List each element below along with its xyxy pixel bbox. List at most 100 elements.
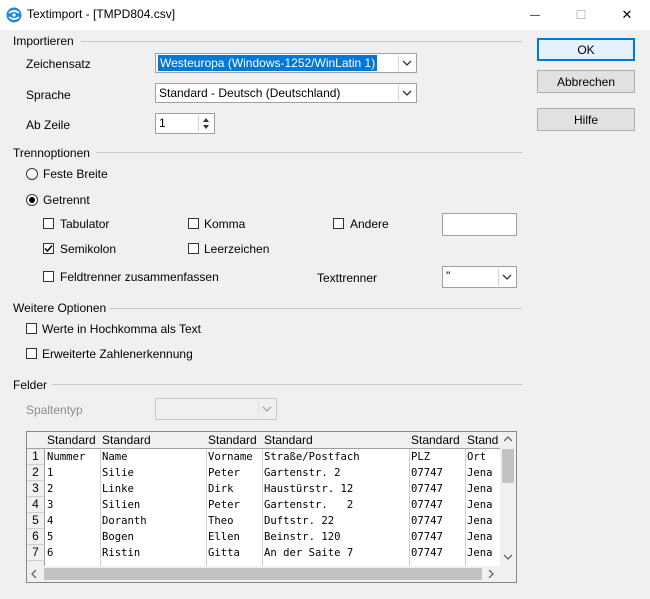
scroll-down-icon[interactable] [504, 554, 512, 560]
table-cell: Ellen [208, 531, 240, 543]
space-checkbox[interactable] [188, 243, 199, 254]
table-cell: Jena [467, 499, 493, 511]
table-cell: Beinstr. 120 [264, 531, 341, 543]
table-cell: Ort [467, 451, 487, 463]
charset-select[interactable]: Westeuropa (Windows-1252/WinLatin 1) [155, 53, 417, 73]
vertical-scrollbar[interactable] [500, 432, 516, 566]
table-cell: Doranth [102, 515, 147, 527]
column-header[interactable]: Standard [262, 432, 410, 449]
other-separator-input[interactable] [442, 213, 517, 236]
comma-label: Komma [204, 217, 246, 231]
app-logo-icon [6, 7, 22, 23]
table-cell: Dirk [208, 483, 234, 495]
table-cell: 07747 [411, 483, 443, 495]
minimize-icon: — [530, 9, 540, 21]
section-divider [52, 384, 522, 385]
table-cell: Name [102, 451, 128, 463]
row-number: 7 [27, 545, 45, 561]
scroll-left-icon[interactable] [31, 570, 37, 578]
horizontal-scrollbar[interactable] [27, 566, 500, 582]
checkmark-icon [44, 245, 53, 253]
radio-selected-dot [29, 197, 35, 203]
merge-delimiters-label: Feldtrenner zusammenfassen [60, 270, 219, 284]
column-header[interactable]: Standard [409, 432, 466, 449]
scrollbar-thumb[interactable] [44, 568, 482, 580]
table-cell: 07747 [411, 515, 443, 527]
row-number: 3 [27, 481, 45, 497]
section-divider [96, 152, 522, 153]
maximize-button[interactable]: ☐ [558, 0, 604, 30]
charset-value: Westeuropa (Windows-1252/WinLatin 1) [158, 55, 378, 71]
maximize-icon: ☐ [575, 8, 587, 22]
comma-checkbox[interactable] [188, 218, 199, 229]
row-number: 6 [27, 529, 45, 545]
section-separator: Trennoptionen [13, 146, 90, 160]
text-delimiter-select[interactable]: " [442, 266, 517, 288]
language-select[interactable]: Standard - Deutsch (Deutschland) [155, 83, 417, 103]
column-divider [100, 449, 101, 569]
scrollbar-thumb[interactable] [502, 449, 514, 483]
column-header[interactable]: Stand [465, 432, 501, 449]
grid-corner [27, 432, 46, 449]
semicolon-checkbox[interactable] [43, 243, 54, 254]
separated-label: Getrennt [43, 193, 90, 207]
quoted-as-text-checkbox[interactable] [26, 323, 37, 334]
table-cell: Theo [208, 515, 234, 527]
separated-radio[interactable] [26, 194, 38, 206]
table-cell: Silie [102, 467, 134, 479]
column-header[interactable]: Standard [206, 432, 263, 449]
chevron-down-icon [498, 268, 515, 286]
column-type-select[interactable] [155, 398, 277, 420]
detect-numbers-checkbox[interactable] [26, 348, 37, 359]
ok-label: OK [577, 42, 595, 57]
table-cell: Jena [467, 515, 493, 527]
table-cell: 3 [47, 499, 54, 511]
from-row-value: 1 [159, 116, 166, 130]
table-cell: Straße/Postfach [264, 451, 360, 463]
spinner-arrows[interactable] [198, 115, 213, 132]
other-label: Andere [350, 217, 389, 231]
space-label: Leerzeichen [204, 242, 270, 256]
column-header[interactable]: Standard [100, 432, 207, 449]
table-cell: Bogen [102, 531, 134, 543]
table-cell: Peter [208, 467, 240, 479]
help-button[interactable]: Hilfe [537, 108, 635, 131]
cancel-button[interactable]: Abbrechen [537, 70, 635, 93]
table-cell: Jena [467, 483, 493, 495]
column-header[interactable]: Standard [45, 432, 101, 449]
column-divider [262, 449, 263, 569]
other-checkbox[interactable] [333, 218, 344, 229]
row-number: 4 [27, 497, 45, 513]
scroll-right-icon[interactable] [488, 570, 494, 578]
scroll-up-icon[interactable] [504, 436, 512, 442]
column-divider [409, 449, 410, 569]
chevron-down-icon [258, 400, 275, 418]
minimize-button[interactable]: — [512, 0, 558, 30]
language-label: Sprache [26, 88, 71, 102]
detect-numbers-label: Erweiterte Zahlenerkennung [42, 347, 193, 361]
table-cell: 6 [47, 547, 54, 559]
text-delimiter-value: " [446, 269, 451, 283]
scrollbar-corner [500, 566, 516, 582]
table-cell: 07747 [411, 467, 443, 479]
table-cell: 07747 [411, 547, 443, 559]
quoted-as-text-label: Werte in Hochkomma als Text [42, 322, 201, 336]
help-label: Hilfe [573, 112, 598, 127]
section-import: Importieren [13, 34, 74, 48]
tab-label: Tabulator [60, 217, 110, 231]
table-cell: 07747 [411, 499, 443, 511]
close-button[interactable]: ✕ [604, 0, 650, 30]
table-cell: Gartenstr. 2 [264, 499, 354, 511]
table-cell: 2 [47, 483, 54, 495]
merge-delimiters-checkbox[interactable] [43, 271, 54, 282]
fixed-width-radio[interactable] [26, 168, 38, 180]
cancel-label: Abbrechen [556, 74, 616, 89]
from-row-spinner[interactable]: 1 [155, 113, 215, 134]
language-value: Standard - Deutsch (Deutschland) [159, 86, 341, 100]
tab-checkbox[interactable] [43, 218, 54, 229]
table-cell: Silien [102, 499, 141, 511]
table-cell: Jena [467, 467, 493, 479]
preview-grid[interactable]: Standard Standard Standard Standard Stan… [26, 431, 517, 583]
ok-button[interactable]: OK [537, 38, 635, 61]
table-cell: Linke [102, 483, 134, 495]
